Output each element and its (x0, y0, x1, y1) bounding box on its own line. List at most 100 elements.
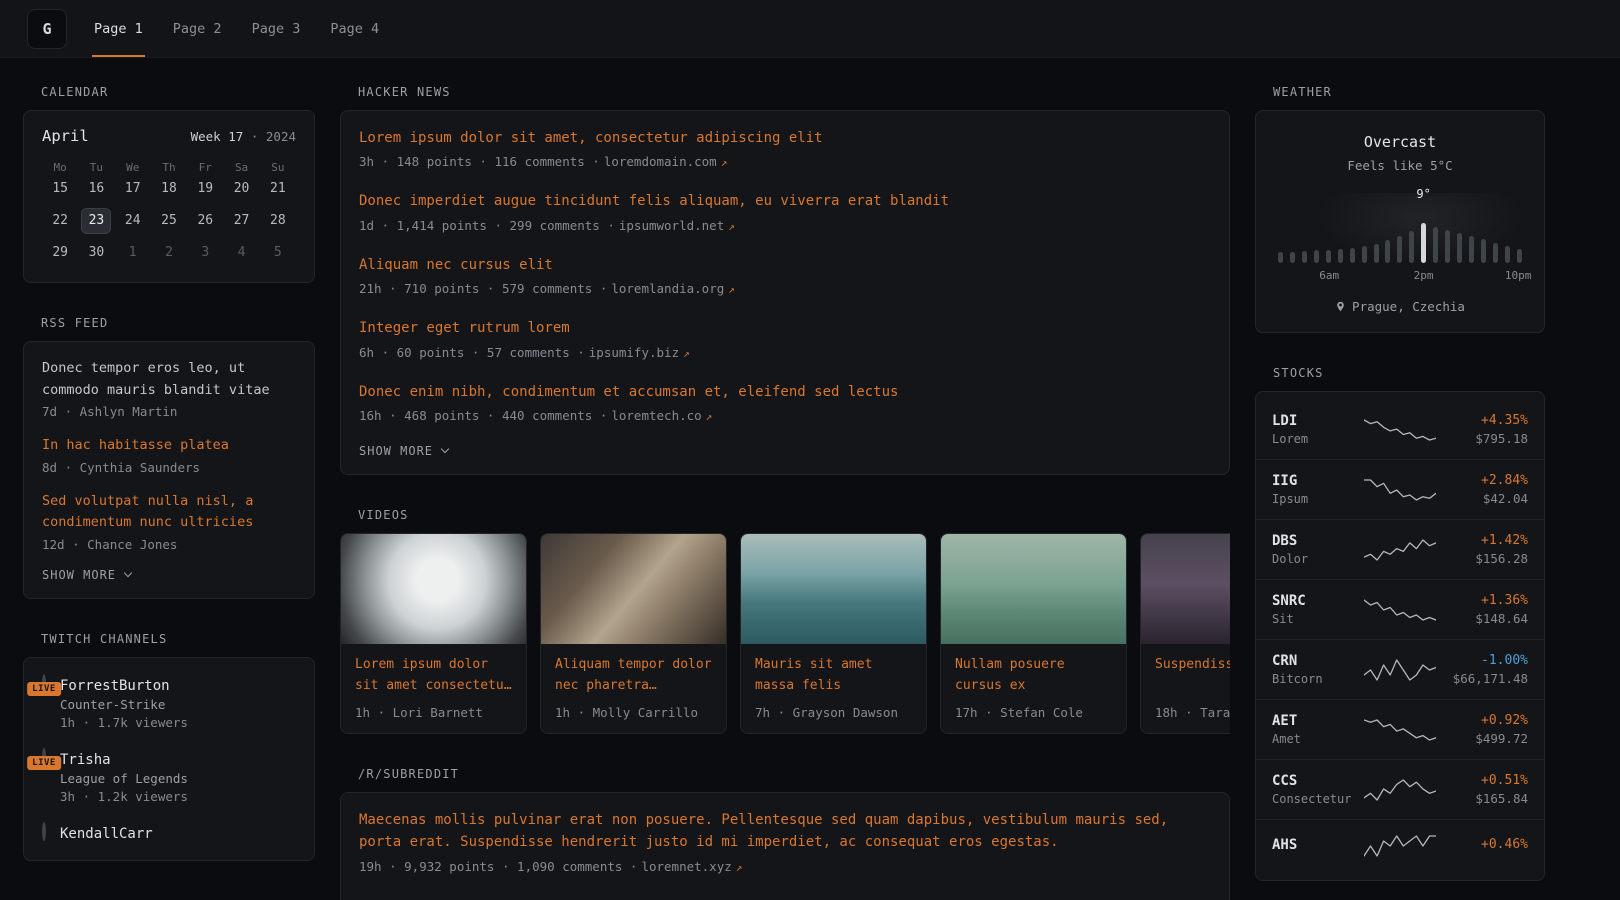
video-thumbnail[interactable] (341, 534, 526, 644)
stock-values: +0.46% (1440, 837, 1528, 855)
weather-bar (1362, 246, 1367, 263)
stocks-widget: STOCKS LDI Lorem +4.35% $795.18 (1255, 366, 1545, 881)
videos-widget: VIDEOS Lorem ipsum dolor sit amet consec… (340, 508, 1230, 734)
channel-name[interactable]: ForrestBurton (60, 678, 188, 694)
calendar-day: 27 (227, 208, 257, 234)
hackernews-show-more-button[interactable]: SHOW MORE (359, 444, 448, 458)
hackernews-widget-title: HACKER NEWS (358, 85, 1230, 99)
video-thumbnail[interactable] (1141, 534, 1230, 644)
external-link-icon: ↗ (728, 283, 735, 296)
channel-avatar[interactable]: LIVE (42, 750, 46, 765)
news-item-domain-link[interactable]: loremdomain.com↗ (604, 154, 728, 169)
stock-ticker: AHS (1272, 837, 1360, 853)
video-title-link[interactable]: Aliquam tempor dolor nec pharetra… (555, 655, 712, 697)
weather-bar (1481, 239, 1486, 263)
news-item-domain-link[interactable]: ipsumworld.net↗ (619, 218, 735, 233)
weather-bar (1326, 250, 1331, 263)
channel-info: Trisha League of Legends 3h · 1.2k viewe… (60, 750, 188, 804)
weather-bar (1493, 243, 1498, 263)
news-item-link[interactable]: Donec imperdiet augue tincidunt felis al… (359, 190, 1211, 212)
weather-feels-like: Feels like 5°C (1270, 158, 1530, 173)
weather-condition: Overcast (1270, 133, 1530, 151)
location-pin-icon (1335, 301, 1346, 312)
news-item-link[interactable]: Lorem ipsum dolor sit amet, consectetur … (359, 127, 1211, 149)
weather-bar (1350, 248, 1355, 263)
rss-item-link[interactable]: Sed volutpat nulla nisl, a condimentum n… (42, 491, 296, 534)
video-title-link[interactable]: Nullam posuere cursus ex (955, 655, 1112, 697)
calendar-day: 30 (81, 240, 111, 266)
left-column: CALENDAR April Week 17 · 2024 MoTuWeThFr… (23, 85, 315, 894)
channel-meta: 3h · 1.2k viewers (60, 789, 188, 804)
chevron-down-icon (124, 569, 132, 577)
rss-item-meta: 12d · Chance Jones (42, 537, 296, 552)
reddit-post-stats: 19h · 9,932 points · 1,090 comments · (359, 859, 637, 874)
news-item-link[interactable]: Integer eget rutrum lorem (359, 317, 1211, 339)
reddit-post: Maecenas mollis pulvinar erat non posuer… (359, 809, 1211, 874)
page-tab[interactable]: Page 4 (328, 0, 381, 57)
reddit-post-link[interactable]: Maecenas mollis pulvinar erat non posuer… (359, 809, 1211, 854)
news-item-link[interactable]: Aliquam nec cursus elit (359, 254, 1211, 276)
channel-meta: 1h · 1.7k viewers (60, 715, 188, 730)
video-meta: 18h · Tara (1155, 705, 1230, 720)
news-item-link[interactable]: Donec enim nibh, condimentum et accumsan… (359, 381, 1211, 403)
calendar-day: 28 (263, 208, 293, 234)
channel-name[interactable]: Trisha (60, 752, 188, 768)
rss-item-meta: 8d · Cynthia Saunders (42, 460, 296, 475)
stock-change: +0.46% (1440, 837, 1528, 852)
video-thumbnail[interactable] (541, 534, 726, 644)
twitch-widget-title: TWITCH CHANNELS (41, 632, 315, 646)
stock-ticker: SNRC (1272, 593, 1360, 609)
stock-name: Ipsum (1272, 492, 1360, 506)
video-title-link[interactable]: Lorem ipsum dolor sit amet consectetu… (355, 655, 512, 697)
news-item-domain-link[interactable]: ipsumify.biz↗ (589, 345, 690, 360)
calendar-card: April Week 17 · 2024 MoTuWeThFrSaSu 1516… (23, 110, 315, 283)
stock-sparkline (1364, 597, 1436, 623)
stock-values: +1.36% $148.64 (1440, 593, 1528, 626)
channel-avatar[interactable] (42, 824, 46, 839)
news-item-stats: 21h · 710 points · 579 comments · (359, 281, 607, 296)
rss-widget-title: RSS FEED (41, 316, 315, 330)
video-title-link[interactable]: Suspendisse diam (1155, 655, 1230, 697)
reddit-post-domain-link[interactable]: loremnet.xyz↗ (641, 859, 742, 874)
stock-row: AET Amet +0.92% $499.72 (1256, 699, 1544, 759)
channel-avatar[interactable]: LIVE (42, 676, 46, 691)
stock-change: +0.92% (1440, 713, 1528, 728)
page-tab[interactable]: Page 1 (92, 0, 145, 57)
calendar-year: 2024 (266, 129, 296, 144)
stock-name: Sit (1272, 612, 1360, 626)
live-badge: LIVE (27, 756, 61, 770)
stock-price: $156.28 (1440, 551, 1528, 566)
calendar-day-header: We (115, 157, 151, 176)
twitch-channel[interactable]: LIVE Trisha League of Legends 3h · 1.2k … (24, 740, 314, 814)
weather-card: Overcast Feels like 5°C 9° 6am2pm10pm Pr… (1255, 110, 1545, 333)
channel-name[interactable]: KendallCarr (60, 826, 153, 842)
calendar-day-header: Th (151, 157, 187, 176)
twitch-channel[interactable]: LIVE ForrestBurton Counter-Strike 1h · 1… (24, 666, 314, 740)
chevron-down-icon (441, 445, 449, 453)
calendar-day: 26 (190, 208, 220, 234)
video-thumbnail[interactable] (941, 534, 1126, 644)
twitch-channel[interactable]: KendallCarr (24, 814, 314, 852)
stock-values: +2.84% $42.04 (1440, 473, 1528, 506)
video-thumbnail[interactable] (741, 534, 926, 644)
page-tab[interactable]: Page 3 (250, 0, 303, 57)
app-logo[interactable]: G (27, 9, 67, 49)
subreddit-card: Maecenas mollis pulvinar erat non posuer… (340, 792, 1230, 900)
stock-price: $499.72 (1440, 731, 1528, 746)
news-item-domain-link[interactable]: loremlandia.org↗ (611, 281, 735, 296)
hackernews-card: Lorem ipsum dolor sit amet, consectetur … (340, 110, 1230, 475)
calendar-day: 15 (45, 176, 75, 202)
video-title-link[interactable]: Mauris sit amet massa felis (755, 655, 912, 697)
rss-show-more-button[interactable]: SHOW MORE (42, 568, 131, 582)
stock-name: Consectetur (1272, 792, 1360, 806)
weather-location-text: Prague, Czechia (1352, 299, 1465, 314)
weather-time-label: 2pm (1414, 269, 1434, 282)
page-tab[interactable]: Page 2 (171, 0, 224, 57)
news-item-meta: 3h · 148 points · 116 comments ·loremdom… (359, 154, 1211, 169)
calendar-day: 1 (118, 240, 148, 266)
avatar (42, 822, 46, 841)
stock-ticker: AET (1272, 713, 1360, 729)
rss-item-link[interactable]: Donec tempor eros leo, ut commodo mauris… (42, 358, 296, 401)
news-item-domain-link[interactable]: loremtech.co↗ (611, 408, 712, 423)
rss-item-link[interactable]: In hac habitasse platea (42, 435, 296, 457)
